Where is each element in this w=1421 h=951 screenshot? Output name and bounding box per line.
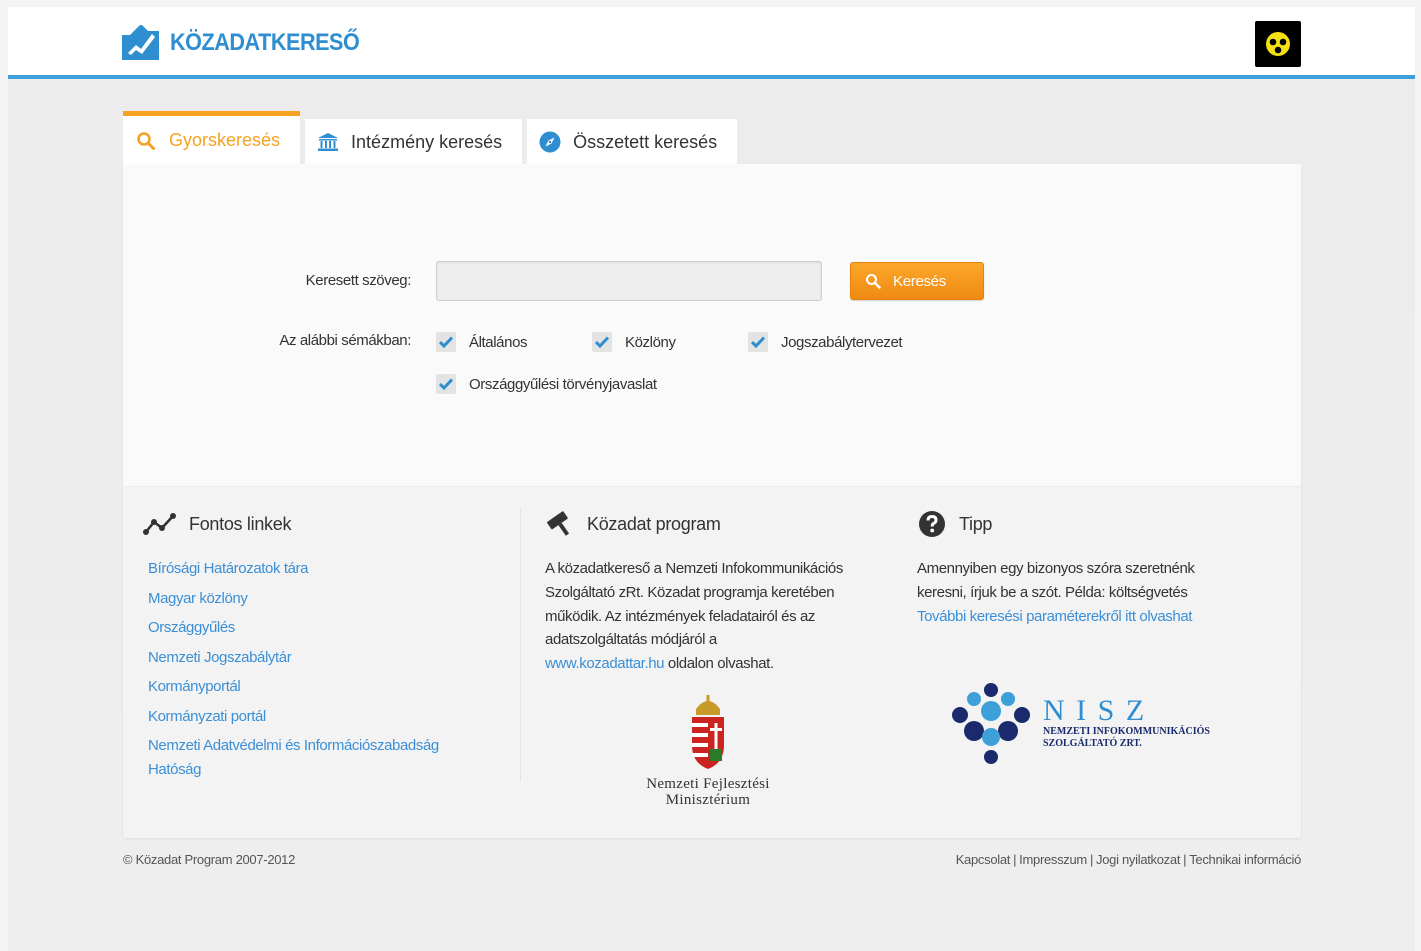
info-section: Fontos linkek Bírósági Határozatok tára … [123,486,1301,838]
nisz-line2: SZOLGÁLTATÓ ZRT. [1043,738,1142,749]
tip-description: Amennyiben egy bizonyos szóra szeretnénk… [917,557,1247,628]
search-button-label: Keresés [893,272,946,290]
page-frame: KÖZADATKERESŐ Gyorskeresés Intézmény ker… [8,7,1415,951]
footer-separator: | [1013,852,1017,867]
footer-separator: | [1089,852,1094,867]
nisz-text: N I S Z NEMZETI INFOKOMMUNIKÁCIÓS SZOLGÁ… [1043,696,1243,750]
logo-text: KÖZADATKERESŐ [170,28,360,56]
footer-link-imprint[interactable]: Impresszum [1019,852,1087,867]
search-icon [135,130,157,152]
header: KÖZADATKERESŐ [8,7,1415,79]
program-text-after: oldalon olvashat. [667,655,774,673]
checkbox-checked-icon [436,332,456,352]
logo[interactable]: KÖZADATKERESŐ [122,25,380,60]
gavel-icon [545,510,575,538]
checkbox-label: Közlöny [625,333,676,351]
footer-links: Kapcsolat | Impresszum | Jogi nyilatkozat | Te… [956,852,1302,867]
link-more-search-params[interactable]: További keresési paraméterekről itt olva… [917,608,1192,625]
link-hungarian-gazette[interactable]: Magyar közlöny [148,587,488,611]
trend-line-icon [143,510,177,538]
link-government-portal[interactable]: Kormányportál [148,675,488,699]
link-national-law-repository[interactable]: Nemzeti Jogszabálytár [148,646,488,670]
link-data-protection-authority[interactable]: Nemzeti Adatvédelmi és Információszabads… [148,734,488,782]
nisz-title: N I S Z [1043,694,1147,727]
ministry-name-line1: Nemzeti Fejlesztési [646,776,770,792]
checkbox-draft-legislation[interactable]: Jogszabálytervezet [748,332,903,352]
logo-mark-icon [122,25,159,60]
footer-link-technical[interactable]: Technikai információ [1189,852,1301,867]
link-parliament[interactable]: Országgyűlés [148,616,488,640]
footer-separator: | [1183,852,1187,867]
column-title: Tipp [959,513,993,534]
column-divider [520,509,521,781]
institution-icon [317,131,339,153]
tab-quick-search[interactable]: Gyorskeresés [123,111,301,165]
tip-text: Amennyiben egy bizonyos szóra szeretnénk… [917,560,1195,601]
checkbox-checked-icon [592,332,612,352]
important-links-title: Fontos linkek [143,509,493,539]
tab-label: Intézmény keresés [351,131,503,152]
nisz-line1: NEMZETI INFOKOMMUNIKÁCIÓS [1043,726,1210,737]
tip-column: Tipp Amennyiben egy bizonyos szóra szere… [917,509,1247,764]
tab-institution-search[interactable]: Intézmény keresés [305,119,523,165]
question-mark-icon [917,510,947,538]
link-governmental-portal[interactable]: Kormányzati portál [148,705,488,729]
links-list: Bírósági Határozatok tára Magyar közlöny… [143,557,488,782]
program-description: A közadatkereső a Nemzeti Infokommunikác… [545,557,875,676]
program-title: Közadat program [545,509,875,539]
search-icon [865,273,881,289]
footer-link-legal[interactable]: Jogi nyilatkozat [1096,852,1180,867]
compass-icon [539,131,561,153]
checkbox-label: Országgyűlési törvényjavaslat [469,375,657,393]
link-court-decisions[interactable]: Bírósági Határozatok tára [148,557,488,581]
footer-link-contact[interactable]: Kapcsolat [956,852,1011,867]
copyright: © Közadat Program 2007-2012 [123,852,296,867]
search-text-label: Keresett szöveg: [305,272,412,289]
main-panel: Keresett szöveg: Keresés Az alábbi sémák… [123,164,1301,838]
tab-bar: Gyorskeresés Intézmény keresés Összetett… [123,109,742,165]
checkbox-checked-icon [748,332,768,352]
public-data-program-column: Közadat program A közadatkereső a Nemzet… [545,509,875,808]
accessibility-button[interactable] [1255,21,1301,67]
checkbox-checked-icon [436,374,456,394]
ministry-logo: Nemzeti Fejlesztési Minisztérium [633,695,783,808]
coat-of-arms-icon [692,695,724,769]
link-kozadattar[interactable]: www.kozadattar.hu [545,655,665,672]
ministry-name-line2: Minisztérium [665,792,751,808]
program-text: A közadatkereső a Nemzeti Infokommunikác… [545,560,843,649]
checkbox-label: Általános [469,333,528,351]
low-vision-icon [1266,32,1290,56]
checkbox-label: Jogszabálytervezet [781,333,903,351]
search-input[interactable] [436,261,822,301]
schema-label: Az alábbi sémákban: [279,332,411,349]
nisz-logo: N I S Z NEMZETI INFOKOMMUNIKÁCIÓS SZOLGÁ… [947,681,1243,765]
column-title: Közadat program [587,513,721,534]
tab-advanced-search[interactable]: Összetett keresés [527,119,738,165]
search-form: Keresett szöveg: Keresés Az alábbi sémák… [123,164,1301,486]
search-button[interactable]: Keresés [850,262,984,300]
checkbox-general[interactable]: Általános [436,332,528,352]
tab-label: Összetett keresés [573,131,718,152]
tip-title: Tipp [917,509,1247,539]
tab-label: Gyorskeresés [169,130,281,150]
checkbox-gazette[interactable]: Közlöny [592,332,676,352]
column-title: Fontos linkek [189,513,292,534]
checkbox-parliament-bill[interactable]: Országgyűlési törvényjavaslat [436,374,657,394]
nisz-dots-icon [952,683,1030,764]
important-links-column: Fontos linkek Bírósági Határozatok tára … [143,509,493,788]
